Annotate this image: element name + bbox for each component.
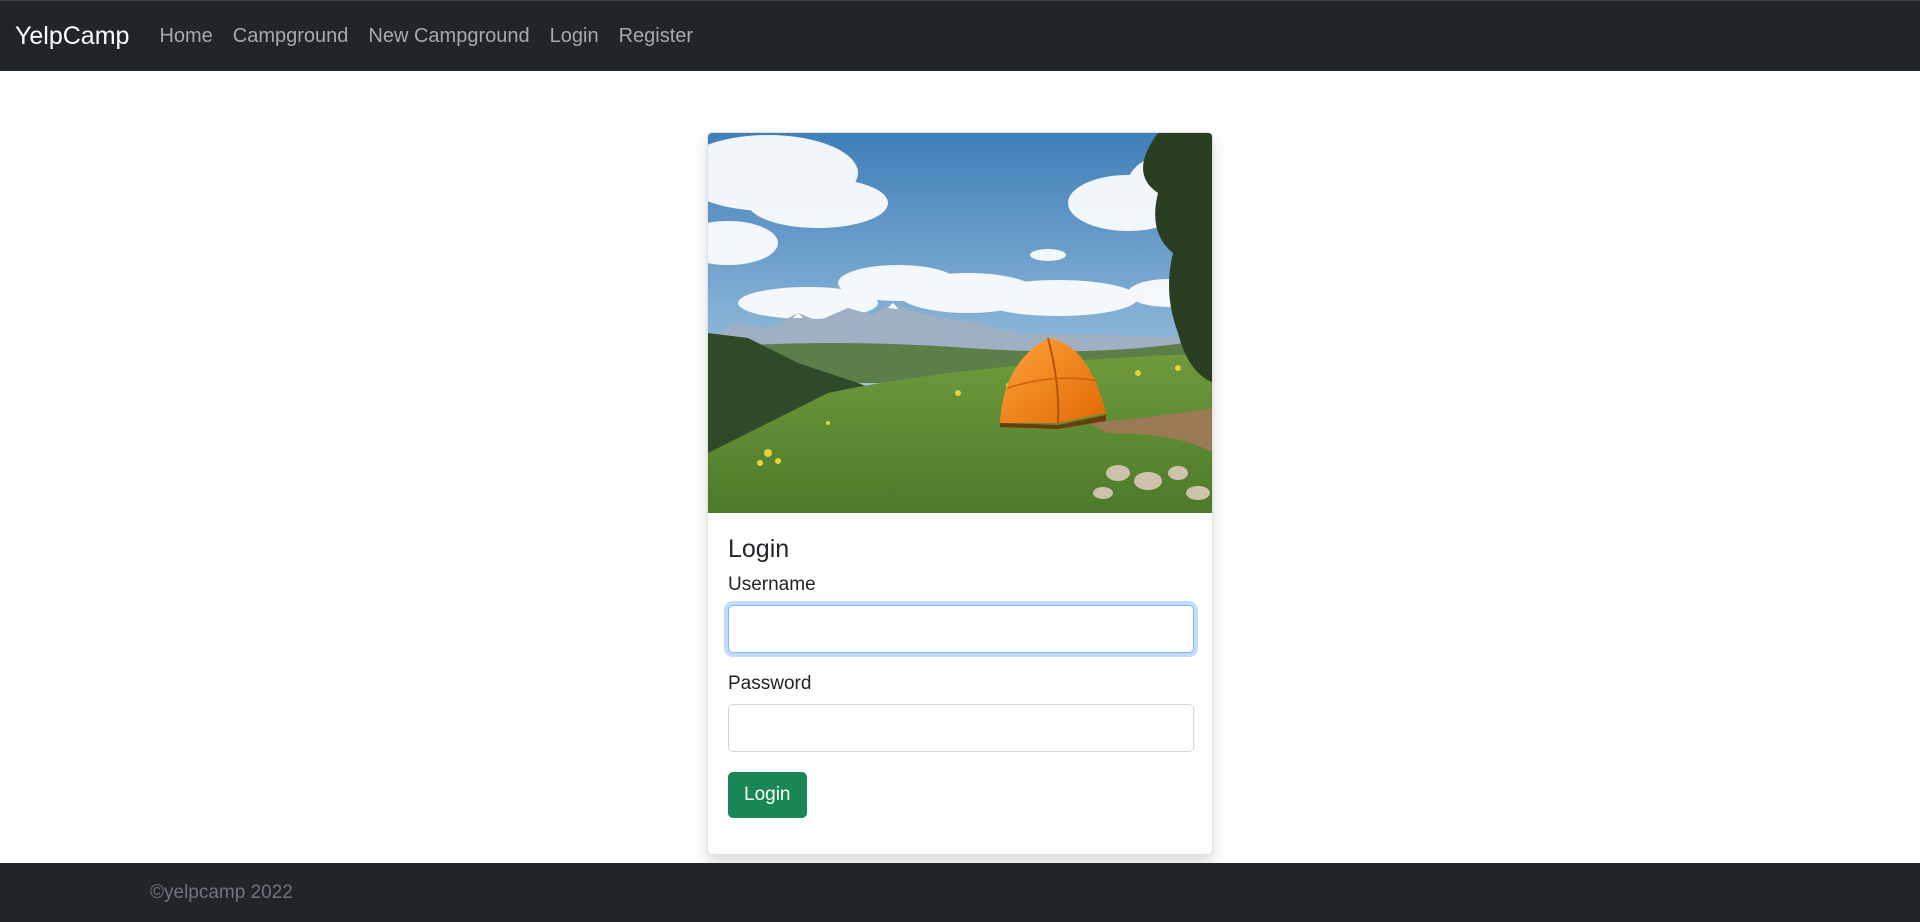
nav-link-login[interactable]: Login: [550, 25, 599, 48]
top-navbar: YelpCamp Home Campground New Campground …: [0, 0, 1920, 71]
login-title: Login: [728, 535, 790, 563]
password-group: Password: [728, 673, 1194, 752]
username-input[interactable]: [728, 605, 1194, 653]
nav-link-home[interactable]: Home: [159, 25, 212, 48]
login-button[interactable]: Login: [728, 772, 807, 818]
username-group: Username: [728, 574, 1194, 653]
login-form-body: Login Username Password Login: [708, 513, 1212, 838]
page-footer: ©yelpcamp 2022: [0, 863, 1920, 922]
nav-link-new-campground[interactable]: New Campground: [368, 25, 529, 48]
campground-photo: [708, 133, 1212, 513]
password-input[interactable]: [728, 704, 1194, 752]
nav-link-register[interactable]: Register: [619, 25, 693, 48]
nav-link-campground[interactable]: Campground: [233, 25, 349, 48]
password-label: Password: [728, 673, 812, 694]
footer-copyright: ©yelpcamp 2022: [150, 881, 293, 903]
username-label: Username: [728, 574, 816, 595]
brand-link[interactable]: YelpCamp: [15, 22, 129, 51]
nav-links: Home Campground New Campground Login Reg…: [159, 25, 713, 48]
login-card: Login Username Password Login: [707, 132, 1213, 855]
